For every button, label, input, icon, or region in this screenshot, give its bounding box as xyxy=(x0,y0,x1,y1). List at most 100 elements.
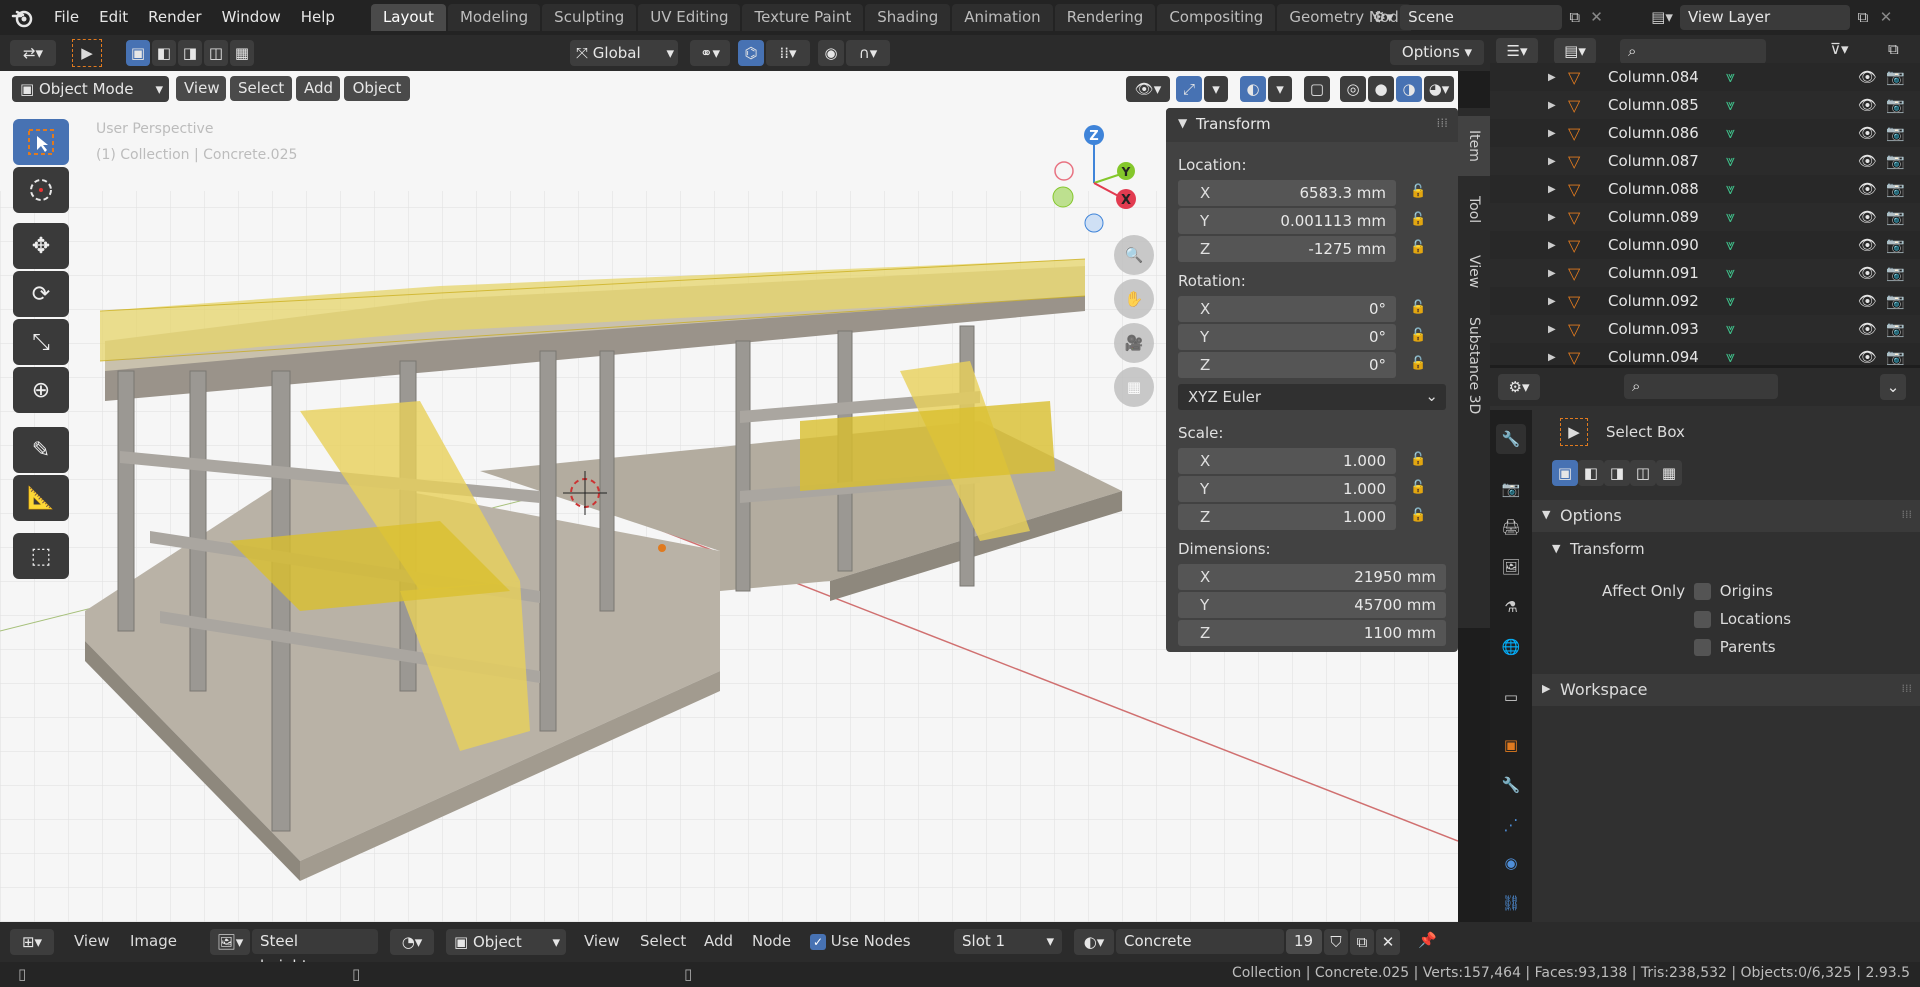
solid-shading-icon[interactable]: ● xyxy=(1368,76,1394,102)
menu-render[interactable]: Render xyxy=(138,0,211,35)
properties-search-input[interactable]: ⌕ xyxy=(1624,374,1778,399)
camera-render-icon[interactable]: 📷 xyxy=(1886,264,1905,282)
camera-render-icon[interactable]: 📷 xyxy=(1886,152,1905,170)
expand-arrow-icon[interactable]: ▶ xyxy=(1548,352,1556,363)
outliner-row[interactable]: ▶ ▽ Column.085 ⩔ 👁 📷 xyxy=(1490,91,1920,119)
new-scene-icon[interactable]: ⧉ xyxy=(1562,8,1587,26)
eye-icon[interactable]: 👁 xyxy=(1858,208,1877,226)
select-mode-icon[interactable]: ▶ xyxy=(72,39,102,67)
select-menu[interactable]: Select xyxy=(640,932,686,950)
object-menu[interactable]: Object xyxy=(344,76,410,101)
select-mode-subtract-icon[interactable]: ◨ xyxy=(178,40,202,66)
expand-arrow-icon[interactable]: ▶ xyxy=(1548,156,1556,167)
mesh-data-icon[interactable]: ⩔ xyxy=(1726,263,1735,283)
expand-arrow-icon[interactable]: ▶ xyxy=(1548,128,1556,139)
new-view-layer-icon[interactable]: ⧉ xyxy=(1850,8,1876,26)
camera-render-icon[interactable]: 📷 xyxy=(1886,68,1905,86)
material-users-count[interactable]: 19 xyxy=(1286,929,1322,954)
snap-icon[interactable]: ⌬ xyxy=(738,40,764,66)
image-browse-icon[interactable]: 🖼▾ xyxy=(210,929,250,955)
scale-y-field[interactable]: Y 1.000 xyxy=(1178,476,1396,502)
camera-render-icon[interactable]: 📷 xyxy=(1886,292,1905,310)
tool-tab-icon[interactable]: 🔧 xyxy=(1496,424,1526,454)
outliner-row[interactable]: ▶ ▽ Column.092 ⩔ 👁 📷 xyxy=(1490,287,1920,315)
lock-icon[interactable]: 🔓 xyxy=(1410,240,1432,258)
unlink-material-icon[interactable]: ✕ xyxy=(1376,929,1400,955)
tab-item[interactable]: Item xyxy=(1458,116,1490,176)
cursor-tool[interactable] xyxy=(13,167,69,213)
dimensions-z-field[interactable]: Z 1100 mm xyxy=(1178,620,1446,646)
wireframe-shading-icon[interactable]: ◎ xyxy=(1340,76,1366,102)
output-tab-icon[interactable]: 🖨 xyxy=(1496,512,1526,542)
falloff-icon[interactable]: ∩▾ xyxy=(846,40,890,66)
options-section[interactable]: ▼ Options ⁞⁞⁞ xyxy=(1532,500,1920,532)
physics-tab-icon[interactable]: ◉ xyxy=(1496,848,1526,878)
add-cube-tool[interactable]: ⬚ xyxy=(13,533,69,579)
scene-name-field[interactable]: Scene xyxy=(1400,4,1563,30)
material-browse-icon[interactable]: ◐▾ xyxy=(1074,929,1114,955)
eye-icon[interactable]: 👁 xyxy=(1858,124,1877,142)
mesh-data-icon[interactable]: ⩔ xyxy=(1726,179,1735,199)
expand-arrow-icon[interactable]: ▶ xyxy=(1548,296,1556,307)
location-y-field[interactable]: Y 0.001113 mm xyxy=(1178,208,1396,234)
eye-icon[interactable]: 👁 xyxy=(1858,264,1877,282)
parents-checkbox[interactable]: Parents xyxy=(1694,638,1776,656)
view-menu-2[interactable]: View xyxy=(584,932,620,950)
display-mode-icon[interactable]: ☰▾ xyxy=(1496,38,1538,64)
eye-icon[interactable]: 👁 xyxy=(1858,68,1877,86)
delete-view-layer-icon[interactable]: ✕ xyxy=(1876,8,1896,26)
select-box-tool[interactable] xyxy=(13,119,69,165)
menu-window[interactable]: Window xyxy=(212,0,291,35)
location-x-field[interactable]: X 6583.3 mm xyxy=(1178,180,1396,206)
duplicate-material-icon[interactable]: ⧉ xyxy=(1350,929,1374,955)
workspace-tab-uv-editing[interactable]: UV Editing xyxy=(638,4,741,31)
mesh-data-icon[interactable]: ⩔ xyxy=(1726,123,1735,143)
mesh-data-icon[interactable]: ⩔ xyxy=(1726,347,1735,365)
camera-icon[interactable]: 🎥 xyxy=(1114,323,1154,363)
shader-type-icon[interactable]: ◔▾ xyxy=(390,929,434,955)
camera-render-icon[interactable]: 📷 xyxy=(1886,236,1905,254)
outliner-search-input[interactable]: ⌕ xyxy=(1620,39,1766,64)
expand-arrow-icon[interactable]: ▶ xyxy=(1548,100,1556,111)
constraints-tab-icon[interactable]: ⛓ xyxy=(1496,888,1526,918)
transform-tool[interactable]: ⊕ xyxy=(13,367,69,413)
outliner-row[interactable]: ▶ ▽ Column.093 ⩔ 👁 📷 xyxy=(1490,315,1920,343)
camera-render-icon[interactable]: 📷 xyxy=(1886,348,1905,365)
world-tab-icon[interactable]: 🌐 xyxy=(1496,632,1526,662)
editor-type-icon[interactable]: ⊞▾ xyxy=(10,929,54,955)
rotate-tool[interactable]: ⟳ xyxy=(13,271,69,317)
view-layer-tab-icon[interactable]: 🖼 xyxy=(1496,552,1526,582)
workspace-tab-sculpting[interactable]: Sculpting xyxy=(542,4,637,31)
filter-view-icon[interactable]: ▤▾ xyxy=(1554,38,1596,64)
workspace-tab-layout[interactable]: Layout xyxy=(370,4,446,31)
rotation-y-field[interactable]: Y 0° xyxy=(1178,324,1396,350)
mesh-data-icon[interactable]: ⩔ xyxy=(1726,291,1735,311)
mesh-data-icon[interactable]: ⩔ xyxy=(1726,319,1735,339)
eye-icon[interactable]: 👁 xyxy=(1858,292,1877,310)
object-tab-icon[interactable]: ▣ xyxy=(1496,730,1526,760)
expand-arrow-icon[interactable]: ▶ xyxy=(1548,72,1556,83)
mode-extend-icon[interactable]: ◧ xyxy=(1578,460,1604,486)
mesh-data-icon[interactable]: ⩔ xyxy=(1726,95,1735,115)
snap-target-icon[interactable]: ⁞⁞▾ xyxy=(766,40,810,66)
eye-icon[interactable]: 👁 xyxy=(1858,96,1877,114)
object-dropdown[interactable]: ▣ Object ▾ xyxy=(446,929,566,955)
pivot-icon[interactable]: ⚭▾ xyxy=(690,40,730,66)
mesh-data-icon[interactable]: ⩔ xyxy=(1726,235,1735,255)
workspace-tab-shading[interactable]: Shading xyxy=(865,4,951,31)
delete-scene-icon[interactable]: ✕ xyxy=(1587,8,1606,26)
expand-arrow-icon[interactable]: ▶ xyxy=(1548,184,1556,195)
eye-icon[interactable]: 👁 xyxy=(1858,180,1877,198)
camera-render-icon[interactable]: 📷 xyxy=(1886,208,1905,226)
rotation-z-field[interactable]: Z 0° xyxy=(1178,352,1396,378)
select-mode-intersect-icon[interactable]: ▦ xyxy=(230,40,254,66)
workspace-tab-rendering[interactable]: Rendering xyxy=(1054,4,1156,31)
menu-edit[interactable]: Edit xyxy=(89,0,138,35)
outliner-row[interactable]: ▶ ▽ Column.086 ⩔ 👁 📷 xyxy=(1490,119,1920,147)
mesh-data-icon[interactable]: ⩔ xyxy=(1726,67,1735,87)
material-name-field[interactable]: Concrete xyxy=(1116,929,1284,954)
eye-icon[interactable]: 👁 xyxy=(1858,152,1877,170)
mode-dropdown[interactable]: ▣ Object Mode ▾ xyxy=(12,76,169,102)
camera-render-icon[interactable]: 📷 xyxy=(1886,96,1905,114)
camera-render-icon[interactable]: 📷 xyxy=(1886,320,1905,338)
